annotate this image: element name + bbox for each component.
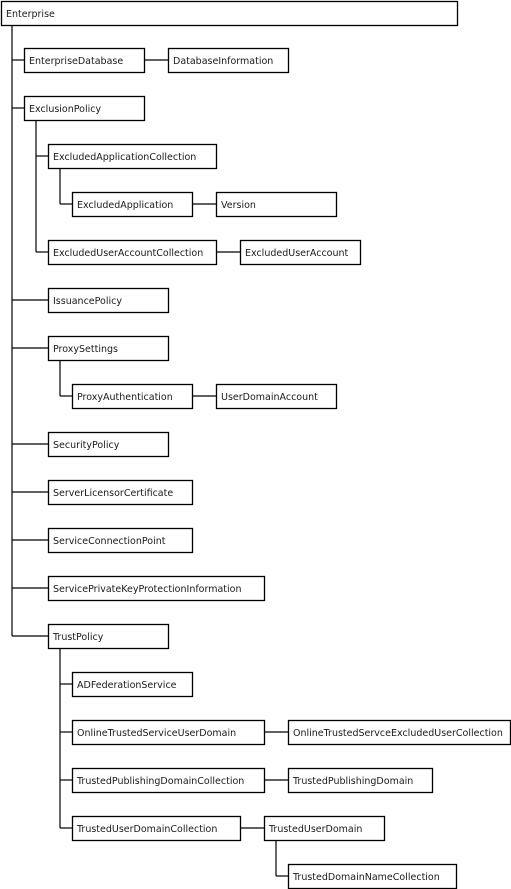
node-label: ExcludedApplicationCollection: [53, 152, 196, 163]
node-trusted-user-domain: TrustedUserDomain: [263, 815, 386, 842]
node-version: Version: [215, 191, 338, 218]
node-database-information: DatabaseInformation: [167, 47, 290, 74]
node-trusted-domain-name-collection: TrustedDomainNameCollection: [287, 863, 458, 889]
node-label: ExclusionPolicy: [29, 104, 101, 115]
node-excluded-user-account: ExcludedUserAccount: [239, 239, 362, 266]
node-label: OnlineTrustedServiceUserDomain: [77, 728, 236, 739]
node-issuance-policy: IssuancePolicy: [47, 287, 170, 314]
node-enterprise-database: EnterpriseDatabase: [23, 47, 146, 74]
node-label: TrustPolicy: [52, 632, 104, 643]
node-excluded-user-account-collection: ExcludedUserAccountCollection: [47, 239, 218, 266]
node-label: TrustedPublishingDomainCollection: [76, 776, 244, 787]
node-enterprise: Enterprise: [0, 0, 459, 27]
node-trusted-publishing-domain-collection: TrustedPublishingDomainCollection: [71, 767, 266, 794]
node-label: OnlineTrustedServceExcludedUserCollectio…: [293, 728, 503, 739]
node-label: ProxyAuthentication: [77, 392, 173, 403]
node-label: TrustedDomainNameCollection: [292, 872, 440, 883]
node-label: Version: [221, 200, 256, 211]
nodes: Enterprise EnterpriseDatabase DatabaseInfo…: [0, 0, 511, 889]
node-label: ServicePrivateKeyProtectionInformation: [53, 584, 242, 595]
node-label: ServerLicensorCertificate: [53, 488, 173, 499]
node-label: ServiceConnectionPoint: [53, 536, 166, 547]
node-label: TrustedUserDomain: [268, 824, 362, 835]
node-excluded-application-collection: ExcludedApplicationCollection: [47, 143, 218, 170]
node-user-domain-account: UserDomainAccount: [215, 383, 338, 410]
node-label: IssuancePolicy: [53, 296, 122, 307]
node-proxy-authentication: ProxyAuthentication: [71, 383, 194, 410]
node-label: TrustedUserDomainCollection: [76, 824, 217, 835]
node-label: EnterpriseDatabase: [29, 56, 123, 67]
node-security-policy: SecurityPolicy: [47, 431, 170, 458]
node-server-licensor-certificate: ServerLicensorCertificate: [47, 479, 194, 506]
node-label: ProxySettings: [53, 344, 118, 355]
node-label: ExcludedUserAccountCollection: [53, 248, 203, 259]
node-label: ExcludedApplication: [77, 200, 173, 211]
node-label: UserDomainAccount: [221, 392, 318, 403]
node-label: TrustedPublishingDomain: [292, 776, 413, 787]
hierarchy-diagram: Enterprise EnterpriseDatabase DatabaseInfo…: [0, 0, 511, 889]
node-trusted-user-domain-collection: TrustedUserDomainCollection: [71, 815, 242, 842]
node-service-connection-point: ServiceConnectionPoint: [47, 527, 194, 554]
node-label: SecurityPolicy: [53, 440, 120, 451]
node-trusted-publishing-domain: TrustedPublishingDomain: [287, 767, 434, 794]
node-online-trusted-servce-excluded-user-collection: OnlineTrustedServceExcludedUserCollectio…: [287, 719, 511, 746]
node-online-trusted-service-user-domain: OnlineTrustedServiceUserDomain: [71, 719, 266, 746]
node-exclusion-policy: ExclusionPolicy: [23, 95, 146, 122]
node-label: ADFederationService: [77, 680, 177, 691]
node-label: ExcludedUserAccount: [245, 248, 349, 259]
node-ad-federation-service: ADFederationService: [71, 671, 194, 698]
node-label: Enterprise: [6, 9, 55, 20]
node-excluded-application: ExcludedApplication: [71, 191, 194, 218]
node-service-private-key-protection-information: ServicePrivateKeyProtectionInformation: [47, 575, 266, 602]
node-proxy-settings: ProxySettings: [47, 335, 170, 362]
node-trust-policy: TrustPolicy: [47, 623, 170, 650]
node-box: [0, 0, 459, 27]
node-label: DatabaseInformation: [173, 56, 273, 67]
